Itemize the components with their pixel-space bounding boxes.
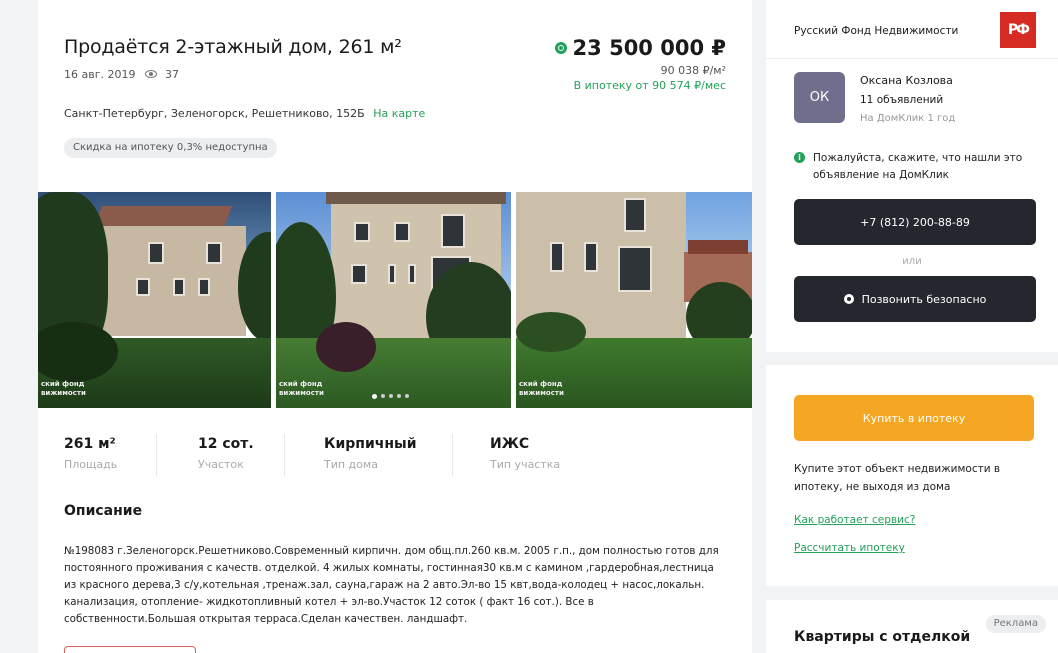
photo-watermark: ский фонд вижимости: [41, 380, 86, 397]
buy-mortgage-button[interactable]: Купить в ипотеку: [794, 395, 1034, 441]
fact-value: Кирпичный: [324, 436, 417, 452]
photo-gallery[interactable]: ский фонд вижимости ский фонд вижимости: [38, 192, 752, 408]
price-value: 23 500 000 ₽: [572, 36, 726, 60]
price-block: 23 500 000 ₽ 90 038 ₽/м² В ипотеку от 90…: [554, 36, 726, 92]
agent-name[interactable]: Оксана Козлова: [860, 74, 953, 87]
photo-watermark: ский фонд вижимости: [519, 380, 564, 397]
listing-title: Продаётся 2-этажный дом, 261 м²: [64, 36, 402, 58]
info-icon: i: [794, 152, 805, 163]
photo-3[interactable]: ский фонд вижимости: [516, 192, 752, 408]
discount-chip: Скидка на ипотеку 0,3% недоступна: [64, 138, 277, 158]
gallery-dot[interactable]: [405, 394, 409, 398]
mortgage-text: Купите этот объект недвижимости в ипотек…: [794, 463, 1001, 493]
listing-card: Продаётся 2-этажный дом, 261 м² 16 авг. …: [38, 0, 752, 653]
avatar[interactable]: ОК: [794, 72, 845, 123]
fact-divider: [284, 434, 285, 476]
description-text: №198083 г.Зеленогорск.Решетниково.Соврем…: [64, 545, 719, 625]
views-counter: 37: [145, 68, 179, 81]
listing-date: 16 авг. 2019: [64, 68, 136, 81]
price-trend-icon[interactable]: [554, 42, 567, 54]
ad-title[interactable]: Квартиры с отделкой: [794, 627, 994, 647]
safe-call-button[interactable]: Позвонить безопасно: [794, 276, 1036, 322]
calculate-mortgage-link[interactable]: Рассчитать ипотеку: [794, 542, 905, 554]
show-more-button[interactable]: [64, 646, 196, 653]
fact-value: 261 м²: [64, 436, 116, 452]
or-separator: или: [902, 256, 922, 267]
fact-value: 12 сот.: [198, 436, 254, 452]
agent-listings[interactable]: 11 объявлений: [860, 94, 943, 106]
fact-label: Тип дома: [324, 458, 378, 471]
fact-label: Участок: [198, 458, 244, 471]
divider: [766, 58, 1058, 59]
mortgage-card: Купить в ипотеку Купите этот объект недв…: [766, 365, 1058, 586]
listing-facts: 261 м² Площадь 12 сот. Участок Кирпичный…: [64, 434, 630, 476]
address-text: Санкт-Петербург, Зеленогорск, Решетников…: [64, 107, 365, 120]
phone-icon: [843, 294, 854, 304]
agency-name[interactable]: Русский Фонд Недвижимости: [794, 25, 958, 37]
safe-call-label: Позвонить безопасно: [861, 292, 987, 306]
photo-2[interactable]: ский фонд вижимости: [276, 192, 511, 408]
photo-1[interactable]: ский фонд вижимости: [38, 192, 271, 408]
description-title: Описание: [64, 503, 143, 519]
agent-since: На ДомКлик 1 год: [860, 113, 956, 124]
eye-icon: [145, 70, 158, 78]
gallery-dot[interactable]: [372, 394, 377, 399]
page: Продаётся 2-этажный дом, 261 м² 16 авг. …: [0, 0, 1058, 653]
fact-area: 261 м² Площадь: [64, 436, 198, 471]
ad-card[interactable]: Реклама Квартиры с отделкой: [766, 600, 1058, 653]
map-link[interactable]: На карте: [373, 107, 425, 120]
views-count: 37: [164, 68, 179, 81]
price-per-meter: 90 038 ₽/м²: [660, 64, 726, 77]
photo-watermark: ский фонд вижимости: [279, 380, 324, 397]
fact-label: Площадь: [64, 458, 118, 471]
agency-logo[interactable]: РФ: [1000, 12, 1036, 48]
address: Санкт-Петербург, Зеленогорск, Решетников…: [64, 107, 425, 120]
phone-number: +7 (812) 200-88-89: [860, 215, 970, 229]
fact-divider: [156, 434, 157, 476]
fact-value: ИЖС: [490, 436, 530, 452]
how-it-works-link[interactable]: Как работает сервис?: [794, 514, 915, 526]
price: 23 500 000 ₽: [554, 36, 726, 60]
notice-text: Пожалуйста, скажите, что нашли это объяв…: [813, 152, 1023, 181]
fact-plot: 12 сот. Участок: [198, 436, 324, 471]
ad-badge: Реклама: [985, 615, 1046, 633]
gallery-dot[interactable]: [389, 394, 393, 398]
gallery-dot[interactable]: [397, 394, 401, 398]
phone-button[interactable]: +7 (812) 200-88-89: [794, 199, 1036, 245]
fact-house-type: Кирпичный Тип дома: [324, 436, 490, 471]
seller-card: Русский Фонд Недвижимости РФ ОК Оксана К…: [766, 0, 1058, 352]
listing-meta: 16 авг. 2019 37: [64, 68, 179, 81]
fact-label: Тип участка: [490, 458, 561, 471]
mortgage-from-link[interactable]: В ипотеку от 90 574 ₽/мес: [555, 79, 726, 92]
fact-divider: [452, 434, 453, 476]
gallery-dots[interactable]: [372, 394, 409, 399]
fact-land-type: ИЖС Тип участка: [490, 436, 630, 471]
gallery-dot[interactable]: [381, 394, 385, 398]
